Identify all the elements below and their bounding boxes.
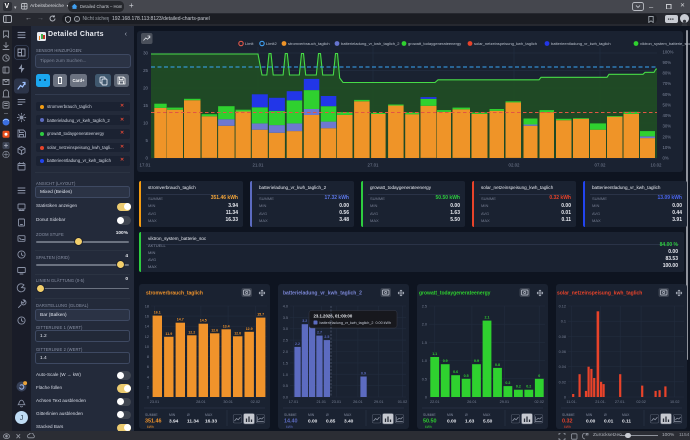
svg-text:J: J — [20, 414, 24, 421]
